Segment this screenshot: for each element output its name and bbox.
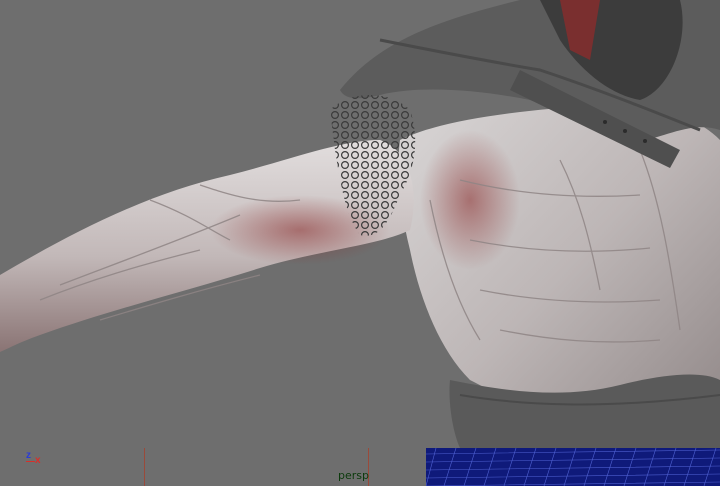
camera-name-label: persp	[338, 469, 369, 482]
divider	[144, 448, 145, 486]
viewport-status-strip: z x persp	[0, 448, 720, 486]
wireframe-mesh	[426, 448, 720, 486]
axis-z-label: z	[26, 450, 31, 461]
axis-x-label: x	[35, 455, 41, 466]
axis-line	[26, 461, 35, 462]
viewport-render	[0, 0, 720, 448]
3d-viewport[interactable]	[0, 0, 720, 448]
axis-gizmo-icon: z x	[24, 450, 48, 468]
